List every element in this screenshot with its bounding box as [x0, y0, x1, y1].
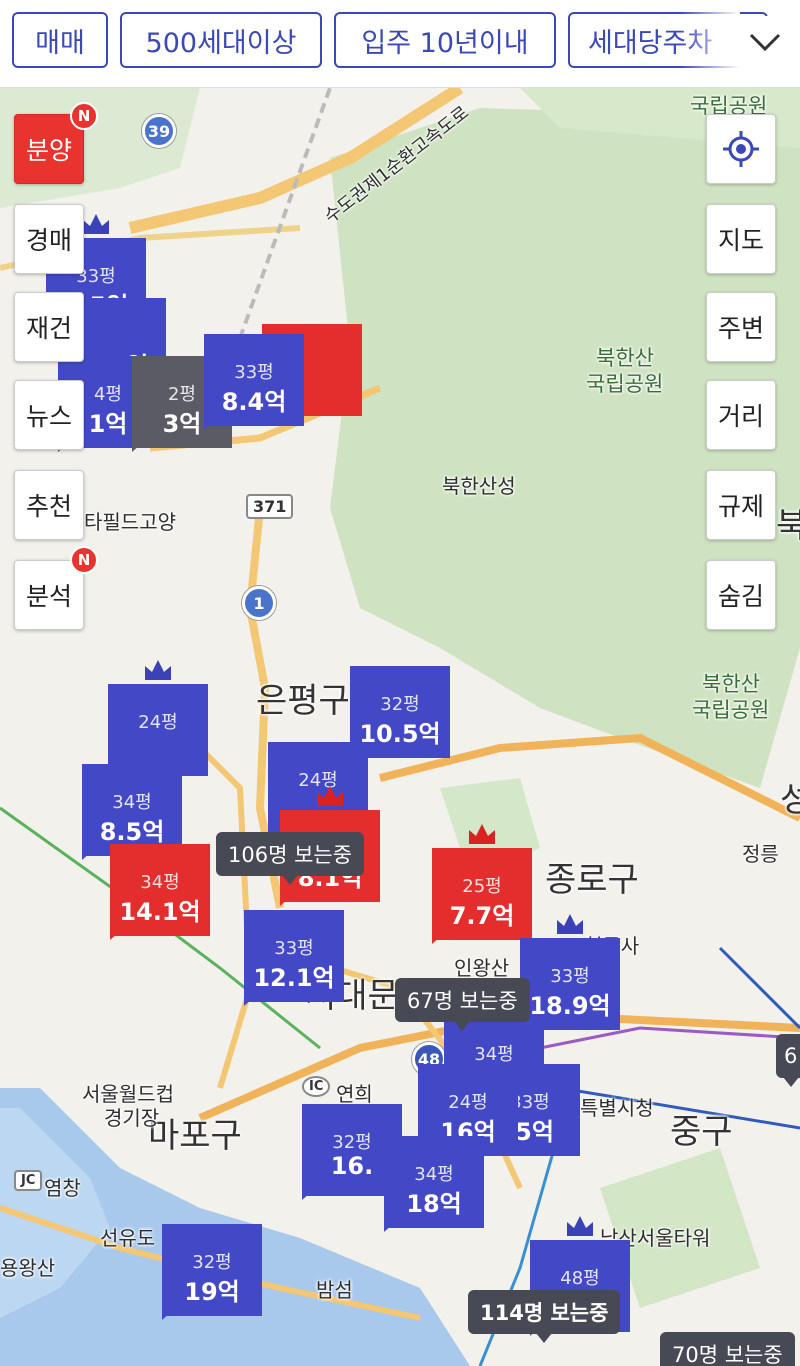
apartment-marker[interactable]: 33평 12.1억 [244, 910, 344, 1006]
sidebtn-auction[interactable]: 경매 [14, 204, 84, 274]
sidebtn-map[interactable]: 지도 [706, 204, 776, 274]
map-label-yongwangsan: 용왕산 [0, 1256, 56, 1280]
apartment-marker[interactable]: 34평 14.1억 [110, 844, 210, 940]
sidebtn-label: 재건 [25, 314, 72, 343]
map-label-mapo: 마포구 [148, 1116, 242, 1156]
apartment-marker[interactable]: 34평 8.5억 [82, 764, 182, 860]
sidebtn-regulation[interactable]: 규제 [706, 470, 776, 540]
apartment-marker[interactable]: 25평 7.7억 [432, 824, 532, 944]
filter-chip-sale[interactable]: 매매 [12, 12, 108, 68]
apartment-marker[interactable]: 24평 [108, 660, 208, 780]
map-label-right-edge-1: 북 [776, 506, 800, 546]
new-badge: N [70, 546, 98, 574]
viewing-count-badge-edge: 6 [776, 1034, 800, 1087]
crown-icon [557, 914, 583, 934]
sidebtn-reconstruction[interactable]: 재건 [14, 292, 84, 362]
sidebtn-label: 숨김 [717, 582, 764, 611]
crown-icon [317, 786, 343, 806]
chip-fade [680, 0, 740, 87]
filter-chip-household[interactable]: 500세대이상 [120, 12, 322, 68]
viewing-count-badge: 70명 보는중 [660, 1332, 795, 1366]
sidebtn-nearby[interactable]: 주변 [706, 292, 776, 362]
map-label-inwangsan: 인왕산 [454, 956, 510, 980]
route-371-tag: 371 [246, 494, 294, 519]
route-39-shield: 39 [142, 114, 176, 148]
map-label-bukhansan-park-2: 국립공원 [692, 698, 770, 722]
sidebtn-label: 거리 [717, 402, 764, 431]
map-label-bamseom: 밤섬 [316, 1278, 353, 1302]
expand-filters-button[interactable] [740, 16, 790, 68]
apartment-marker[interactable]: 33평 8.4억 [204, 334, 304, 430]
sidebtn-label: 뉴스 [25, 402, 72, 431]
new-badge: N [70, 102, 98, 130]
filter-bar: 매매 500세대이상 입주 10년이내 세대당주차 [0, 0, 800, 88]
map-label-jongno: 종로구 [545, 860, 639, 900]
map-label-starfield: 타필드고양 [84, 510, 176, 534]
crown-icon [469, 824, 495, 844]
sidebtn-recommend[interactable]: 추천 [14, 470, 84, 540]
map-label-bukhansan-park: 국립공원 [586, 372, 664, 396]
sidebtn-distance[interactable]: 거리 [706, 380, 776, 450]
sidebtn-label: 규제 [717, 492, 764, 521]
map-label-cityhall: 특별시청 [580, 1096, 654, 1120]
sidebtn-news[interactable]: 뉴스 [14, 380, 84, 450]
map-label-eunpyeong: 은평구 [256, 681, 350, 721]
crown-icon [145, 660, 171, 680]
map-label-bukhansanseong: 북한산성 [442, 474, 516, 498]
filter-chip-move-in[interactable]: 입주 10년이내 [334, 12, 556, 68]
route-1-shield: 1 [242, 586, 276, 620]
crown-icon [83, 214, 109, 234]
apartment-marker[interactable]: 34평 18억 [384, 1136, 484, 1232]
sidebtn-analysis[interactable]: 분석 [14, 560, 84, 630]
map-label-right-edge-2: 성 [780, 780, 800, 820]
viewing-count-badge: 114명 보는중 [468, 1290, 621, 1343]
sidebtn-label: 지도 [717, 226, 764, 255]
sidebtn-label: 분양 [25, 136, 72, 165]
apartment-marker[interactable]: 32평 19억 [162, 1224, 262, 1320]
sidebtn-label: 주변 [717, 314, 764, 343]
viewing-count-badge: 106명 보는중 [216, 832, 365, 885]
map-label-seonyudo: 선유도 [100, 1226, 156, 1250]
chevron-down-icon [749, 33, 781, 52]
sidebtn-label: 분석 [25, 582, 72, 611]
viewing-count-badge: 67명 보는중 [395, 978, 530, 1031]
map-label-yeonhui: 연희 [336, 1082, 373, 1106]
map-label-junggu: 중구 [670, 1112, 733, 1152]
my-location-button[interactable] [706, 114, 776, 184]
sidebtn-label: 추천 [25, 492, 72, 521]
sidebtn-label: 경매 [25, 226, 72, 255]
crosshair-icon [723, 131, 759, 167]
map-label-yeomchang: 염창 [44, 1176, 81, 1200]
junction-tag: JC [14, 1170, 43, 1191]
map-label-jeongreung: 정릉 [742, 842, 779, 866]
sidebtn-hide[interactable]: 숨김 [706, 560, 776, 630]
map-label-worldcup-stadium: 경기장 [104, 1106, 160, 1130]
crown-icon [567, 1216, 593, 1236]
map-view[interactable]: 은평구 종로구 마포구 중구 서대문 국립공원 북한산 국립공원 북한산 국립공… [0, 88, 800, 1366]
